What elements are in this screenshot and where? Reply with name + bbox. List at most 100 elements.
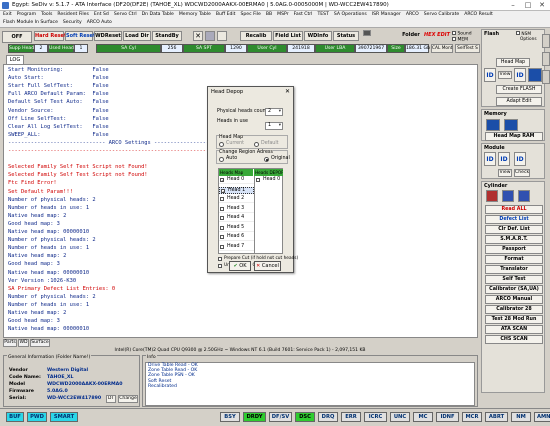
- head-row[interactable]: Head 4: [219, 215, 254, 222]
- head-checkbox[interactable]: ✓: [221, 188, 225, 193]
- tab-parts[interactable]: Parts: [3, 339, 17, 347]
- defect-list-button[interactable]: Defect List: [485, 215, 543, 224]
- load-dir-button[interactable]: Load Dir: [123, 31, 151, 41]
- head-row[interactable]: Head 7: [219, 244, 254, 251]
- unlock-head-cut-checkbox[interactable]: [218, 264, 222, 268]
- head-row[interactable]: Head 3: [219, 206, 254, 213]
- current-radio[interactable]: [219, 142, 224, 147]
- memory-icon-2[interactable]: [504, 119, 518, 131]
- menu-item[interactable]: Tools: [41, 12, 52, 17]
- calibrator-sa-button[interactable]: Calibrator (SA,UA): [485, 285, 543, 294]
- off-button[interactable]: OFF: [2, 31, 32, 43]
- cylinder-icon[interactable]: [486, 190, 498, 202]
- status-button[interactable]: Status: [333, 31, 359, 41]
- menu-item[interactable]: Servo Calibrate: [424, 12, 459, 17]
- clr-def-list-button[interactable]: Clr Def. List: [485, 225, 543, 234]
- menu-item[interactable]: Dn Data Table: [142, 12, 174, 17]
- side-tab[interactable]: [542, 70, 550, 84]
- dialog-close-icon[interactable]: ✕: [285, 88, 290, 95]
- menu-item[interactable]: TEST: [317, 12, 328, 17]
- selftest-button[interactable]: SelfTest S: [455, 44, 480, 53]
- memory-icon[interactable]: [486, 119, 500, 131]
- head-row[interactable]: Head 5: [219, 225, 254, 232]
- head-checkbox[interactable]: [220, 244, 224, 249]
- menu-item[interactable]: Buff Edit: [216, 12, 236, 17]
- close-icon[interactable]: ✕: [193, 31, 203, 41]
- menu-item[interactable]: Servo Ctrl: [114, 12, 137, 17]
- tab-log[interactable]: LOG: [6, 55, 24, 64]
- hex-edit-button[interactable]: HEX EDIT: [423, 31, 451, 41]
- head-checkbox[interactable]: [220, 235, 224, 239]
- create-flash-button[interactable]: Create FLASH: [496, 85, 542, 94]
- head-row[interactable]: ✓ Head 0: [219, 177, 254, 184]
- self-test-button[interactable]: Self Test: [485, 275, 543, 284]
- dt-button[interactable]: DT: [106, 395, 116, 403]
- sound-checkbox[interactable]: [452, 31, 456, 35]
- arco-manual-button[interactable]: ARCO Manual: [485, 295, 543, 304]
- close-button[interactable]: ✕: [535, 1, 549, 10]
- menu-item[interactable]: ISR Manager: [372, 12, 401, 17]
- menu-item[interactable]: Exit: [3, 12, 12, 17]
- folder-button[interactable]: Folder: [400, 31, 422, 41]
- test-28-mod-button[interactable]: Test 28 Mod Run: [485, 315, 543, 324]
- chs-scan-button[interactable]: CHS SCAN: [485, 335, 543, 344]
- menu-item[interactable]: Spec File: [240, 12, 260, 17]
- dialog-ok-button[interactable]: ✔ OK: [229, 261, 251, 271]
- soft-reset-button[interactable]: Soft Reset: [65, 31, 95, 41]
- default-radio[interactable]: [254, 142, 259, 147]
- standby-button[interactable]: StandBy: [152, 31, 182, 41]
- cylinder-icon-3[interactable]: [518, 190, 530, 202]
- tab-surface[interactable]: Surface: [30, 339, 50, 347]
- head-map-button[interactable]: Head Map: [496, 58, 530, 67]
- module-view-button[interactable]: View: [498, 169, 512, 177]
- hard-reset-button[interactable]: Hard Reset: [34, 31, 66, 41]
- menu-item[interactable]: Resident Files: [57, 12, 88, 17]
- menu-item[interactable]: BB: [266, 12, 272, 17]
- nsm-checkbox[interactable]: [516, 31, 520, 35]
- module-check-button[interactable]: Check: [514, 169, 530, 177]
- recalib-button[interactable]: Recalib: [240, 31, 272, 41]
- auto-radio[interactable]: [219, 157, 224, 162]
- head-row[interactable]: Head 2: [219, 196, 254, 203]
- cylinder-icon-2[interactable]: [502, 190, 514, 202]
- head-map-ram-button[interactable]: Head Map RAM: [485, 132, 543, 141]
- heads-in-use-select[interactable]: 1 ▾: [265, 122, 283, 130]
- info-list[interactable]: Drive Table Read - OK Zone Table Read - …: [145, 362, 475, 406]
- chip-icon[interactable]: [528, 68, 542, 82]
- menu-item[interactable]: ARCO Auto: [87, 20, 112, 25]
- menu-item[interactable]: SA Operations: [334, 12, 367, 17]
- wd-reset-button[interactable]: WDReset: [94, 31, 122, 41]
- original-radio[interactable]: [264, 157, 269, 162]
- menu-item[interactable]: Security: [63, 20, 82, 25]
- passport-button[interactable]: Passport: [485, 245, 543, 254]
- module-id-button-2[interactable]: ID: [498, 152, 510, 166]
- save-icon[interactable]: [205, 31, 215, 41]
- menu-item[interactable]: MSPr: [277, 12, 288, 17]
- side-tab[interactable]: [542, 34, 550, 48]
- head-row[interactable]: ✓ Head 1: [219, 186, 254, 194]
- mem-checkbox[interactable]: [452, 37, 456, 41]
- wdinfo-button[interactable]: WDInfo: [304, 31, 332, 41]
- view-button[interactable]: View: [498, 71, 512, 79]
- id-button[interactable]: ID: [484, 68, 496, 82]
- module-id-button[interactable]: ID: [484, 152, 496, 166]
- menu-item[interactable]: ARCO Result: [464, 12, 493, 17]
- depop-column[interactable]: Head 0: [254, 176, 283, 254]
- menu-item[interactable]: Fast Ctrl: [294, 12, 313, 17]
- module-id-button-3[interactable]: ID: [514, 152, 526, 166]
- minimize-button[interactable]: –: [506, 1, 520, 10]
- side-tab[interactable]: [542, 52, 550, 66]
- head-checkbox[interactable]: [220, 225, 224, 230]
- tab-wd[interactable]: WD: [18, 339, 29, 347]
- head-checkbox[interactable]: ✓: [220, 178, 224, 183]
- field-list-button[interactable]: Field List: [273, 31, 303, 41]
- physical-heads-select[interactable]: 2 ▾: [265, 108, 283, 116]
- prepare-cut-checkbox[interactable]: [218, 257, 222, 261]
- head-checkbox[interactable]: [220, 216, 224, 220]
- menu-item[interactable]: ARCO: [406, 12, 419, 17]
- menu-item[interactable]: Program: [17, 12, 36, 17]
- smart-button[interactable]: S.M.A.R.T.: [485, 235, 543, 244]
- head-row[interactable]: Head 6: [219, 234, 254, 241]
- menu-item[interactable]: Flash Module In Surface: [3, 20, 58, 25]
- ata-scan-button[interactable]: ATA SCAN: [485, 325, 543, 334]
